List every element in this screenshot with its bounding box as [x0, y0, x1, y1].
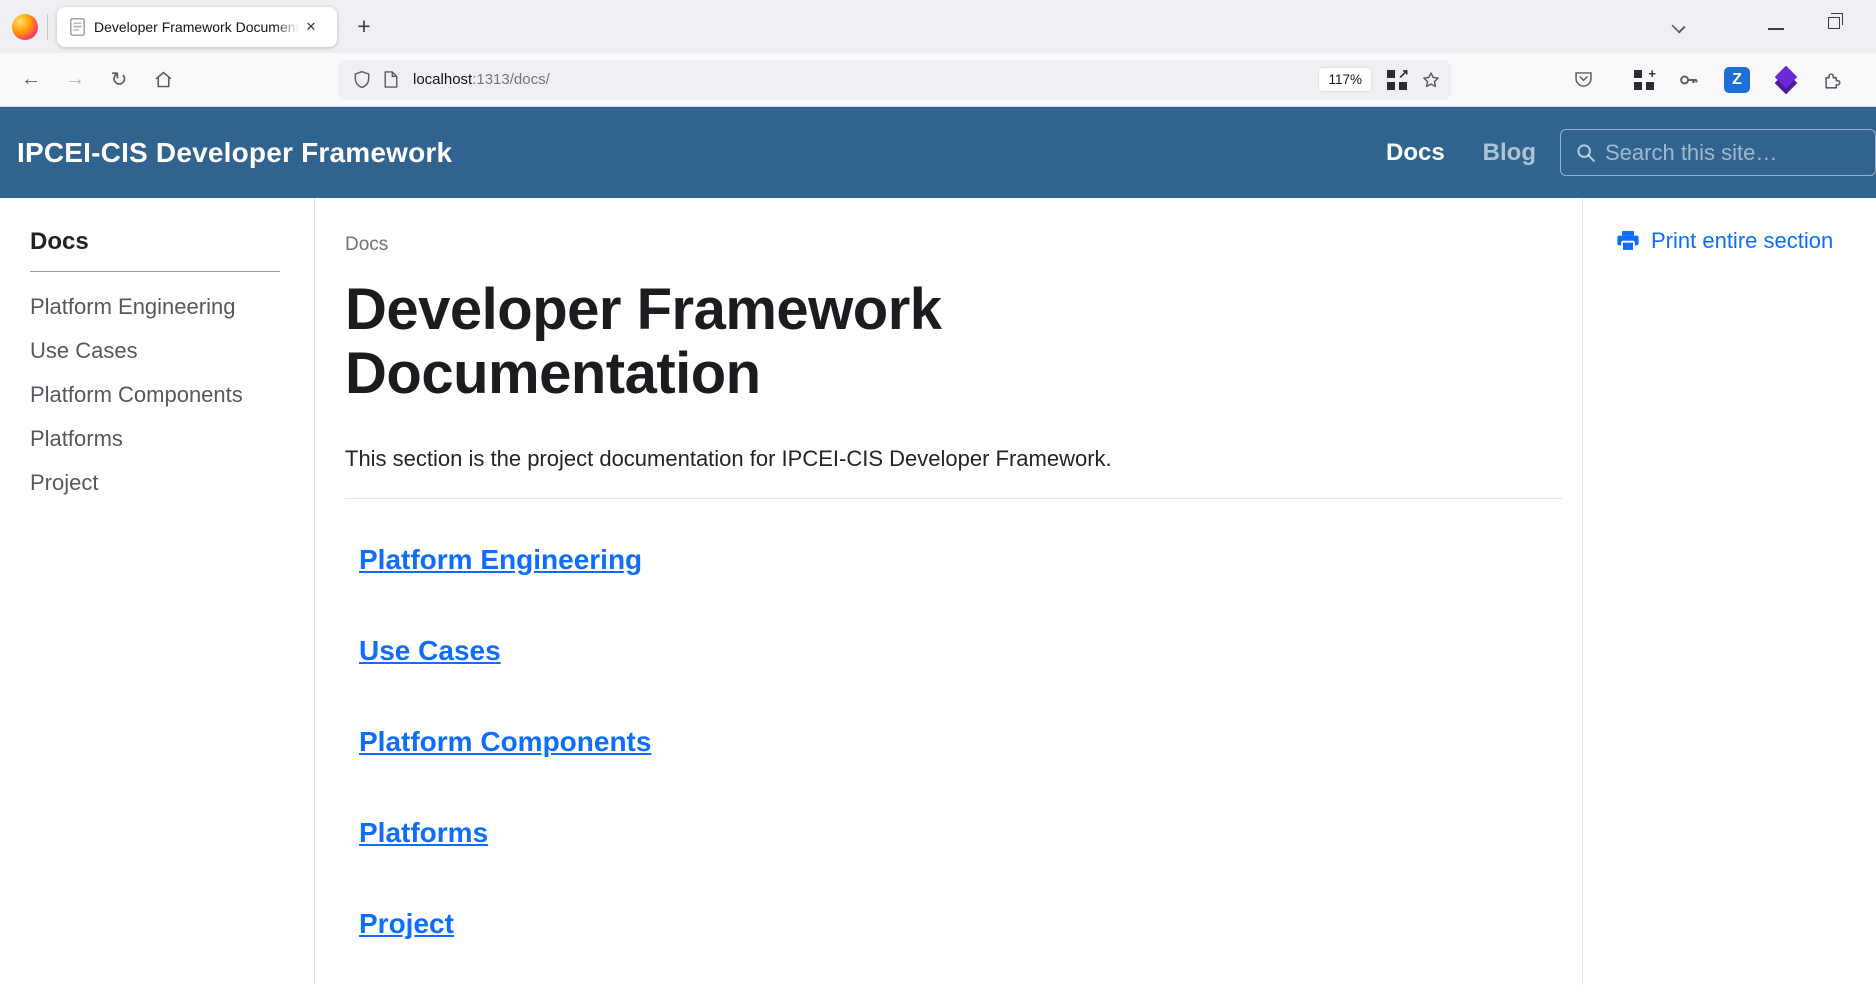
section-link-use-cases[interactable]: Use Cases [359, 635, 501, 666]
section-link-platforms[interactable]: Platforms [359, 817, 488, 848]
address-bar[interactable]: localhost:1313/docs/ 117% ↗ [338, 60, 1451, 100]
main-content: Docs Developer Framework Documentation T… [315, 198, 1582, 985]
toolbar-extension-area: + Z [1573, 67, 1876, 93]
content-row: Docs Platform Engineering Use Cases Plat… [0, 198, 1876, 985]
breadcrumb[interactable]: Docs [345, 234, 1562, 256]
sidebar-item-use-cases[interactable]: Use Cases [30, 329, 314, 373]
sidebar-item-platforms[interactable]: Platforms [30, 417, 314, 461]
tab-title: Developer Framework Documentation [94, 19, 300, 35]
sidebar-item-project[interactable]: Project [30, 461, 314, 505]
sidebar-nav: Platform Engineering Use Cases Platform … [30, 285, 314, 505]
url-path: :1313/docs/ [472, 71, 550, 88]
back-button[interactable]: ← [14, 63, 48, 97]
tab-separator [47, 14, 48, 40]
list-all-tabs-chevron-icon[interactable] [1671, 19, 1685, 33]
nav-link-blog[interactable]: Blog [1483, 139, 1536, 167]
home-button[interactable] [146, 63, 180, 97]
firefox-logo-icon[interactable] [12, 14, 38, 40]
tracking-shield-icon[interactable] [352, 69, 372, 90]
reload-button[interactable]: ↻ [102, 63, 136, 97]
bookmark-star-icon[interactable] [1421, 70, 1441, 90]
extensions-grid-plus-icon[interactable]: + [1634, 70, 1654, 90]
site-brand[interactable]: IPCEI-CIS Developer Framework [17, 137, 452, 169]
section-link-platform-engineering[interactable]: Platform Engineering [359, 544, 642, 575]
content-divider [345, 498, 1562, 499]
docs-sidebar: Docs Platform Engineering Use Cases Plat… [0, 198, 315, 985]
site-info-page-icon[interactable] [383, 70, 399, 89]
sidebar-item-platform-engineering[interactable]: Platform Engineering [30, 285, 314, 329]
print-link-label: Print entire section [1651, 228, 1833, 254]
page-favicon-icon [70, 18, 85, 36]
section-link-platform-components[interactable]: Platform Components [359, 726, 651, 757]
page-description: This section is the project documentatio… [345, 446, 1562, 472]
window-restore-button[interactable] [1828, 17, 1840, 29]
forward-button[interactable]: → [58, 63, 92, 97]
search-icon [1575, 142, 1597, 164]
section-links: Platform Engineering Use Cases Platform … [345, 545, 1562, 938]
sidebar-divider [30, 271, 280, 272]
page-content: IPCEI-CIS Developer Framework Docs Blog … [0, 107, 1876, 985]
new-tab-button[interactable]: + [347, 10, 381, 44]
site-search-box[interactable] [1560, 129, 1876, 176]
pocket-icon[interactable] [1573, 69, 1594, 90]
url-host: localhost [413, 71, 472, 88]
tab-title-fade [275, 12, 305, 42]
zoom-level-button[interactable]: 117% [1319, 68, 1371, 91]
page-title: Developer Framework Documentation [345, 278, 1245, 406]
printer-icon [1615, 228, 1641, 254]
print-entire-section-link[interactable]: Print entire section [1615, 228, 1876, 254]
zotero-extension-icon[interactable]: Z [1724, 67, 1750, 93]
active-tab[interactable]: Developer Framework Documentation ✕ [57, 7, 337, 47]
sidebar-heading: Docs [30, 228, 314, 256]
browser-tab-bar: Developer Framework Documentation ✕ + [0, 0, 1876, 53]
password-key-icon[interactable] [1678, 69, 1700, 91]
search-input[interactable] [1605, 140, 1845, 166]
url-text[interactable]: localhost:1313/docs/ [413, 71, 550, 88]
extension-grid-arrow-icon[interactable]: ↗ [1387, 70, 1407, 90]
site-navbar: IPCEI-CIS Developer Framework Docs Blog [0, 107, 1876, 198]
layers-extension-icon[interactable] [1774, 68, 1798, 92]
nav-link-docs[interactable]: Docs [1386, 139, 1445, 167]
puzzle-extensions-icon[interactable] [1822, 69, 1844, 91]
sidebar-item-platform-components[interactable]: Platform Components [30, 373, 314, 417]
section-link-project[interactable]: Project [359, 908, 454, 939]
right-sidebar: Print entire section [1582, 198, 1876, 985]
browser-toolbar: ← → ↻ localhost:1313/docs/ 117% ↗ + Z [0, 53, 1876, 107]
navbar-links: Docs Blog [1386, 129, 1876, 176]
window-minimize-button[interactable] [1768, 28, 1784, 30]
